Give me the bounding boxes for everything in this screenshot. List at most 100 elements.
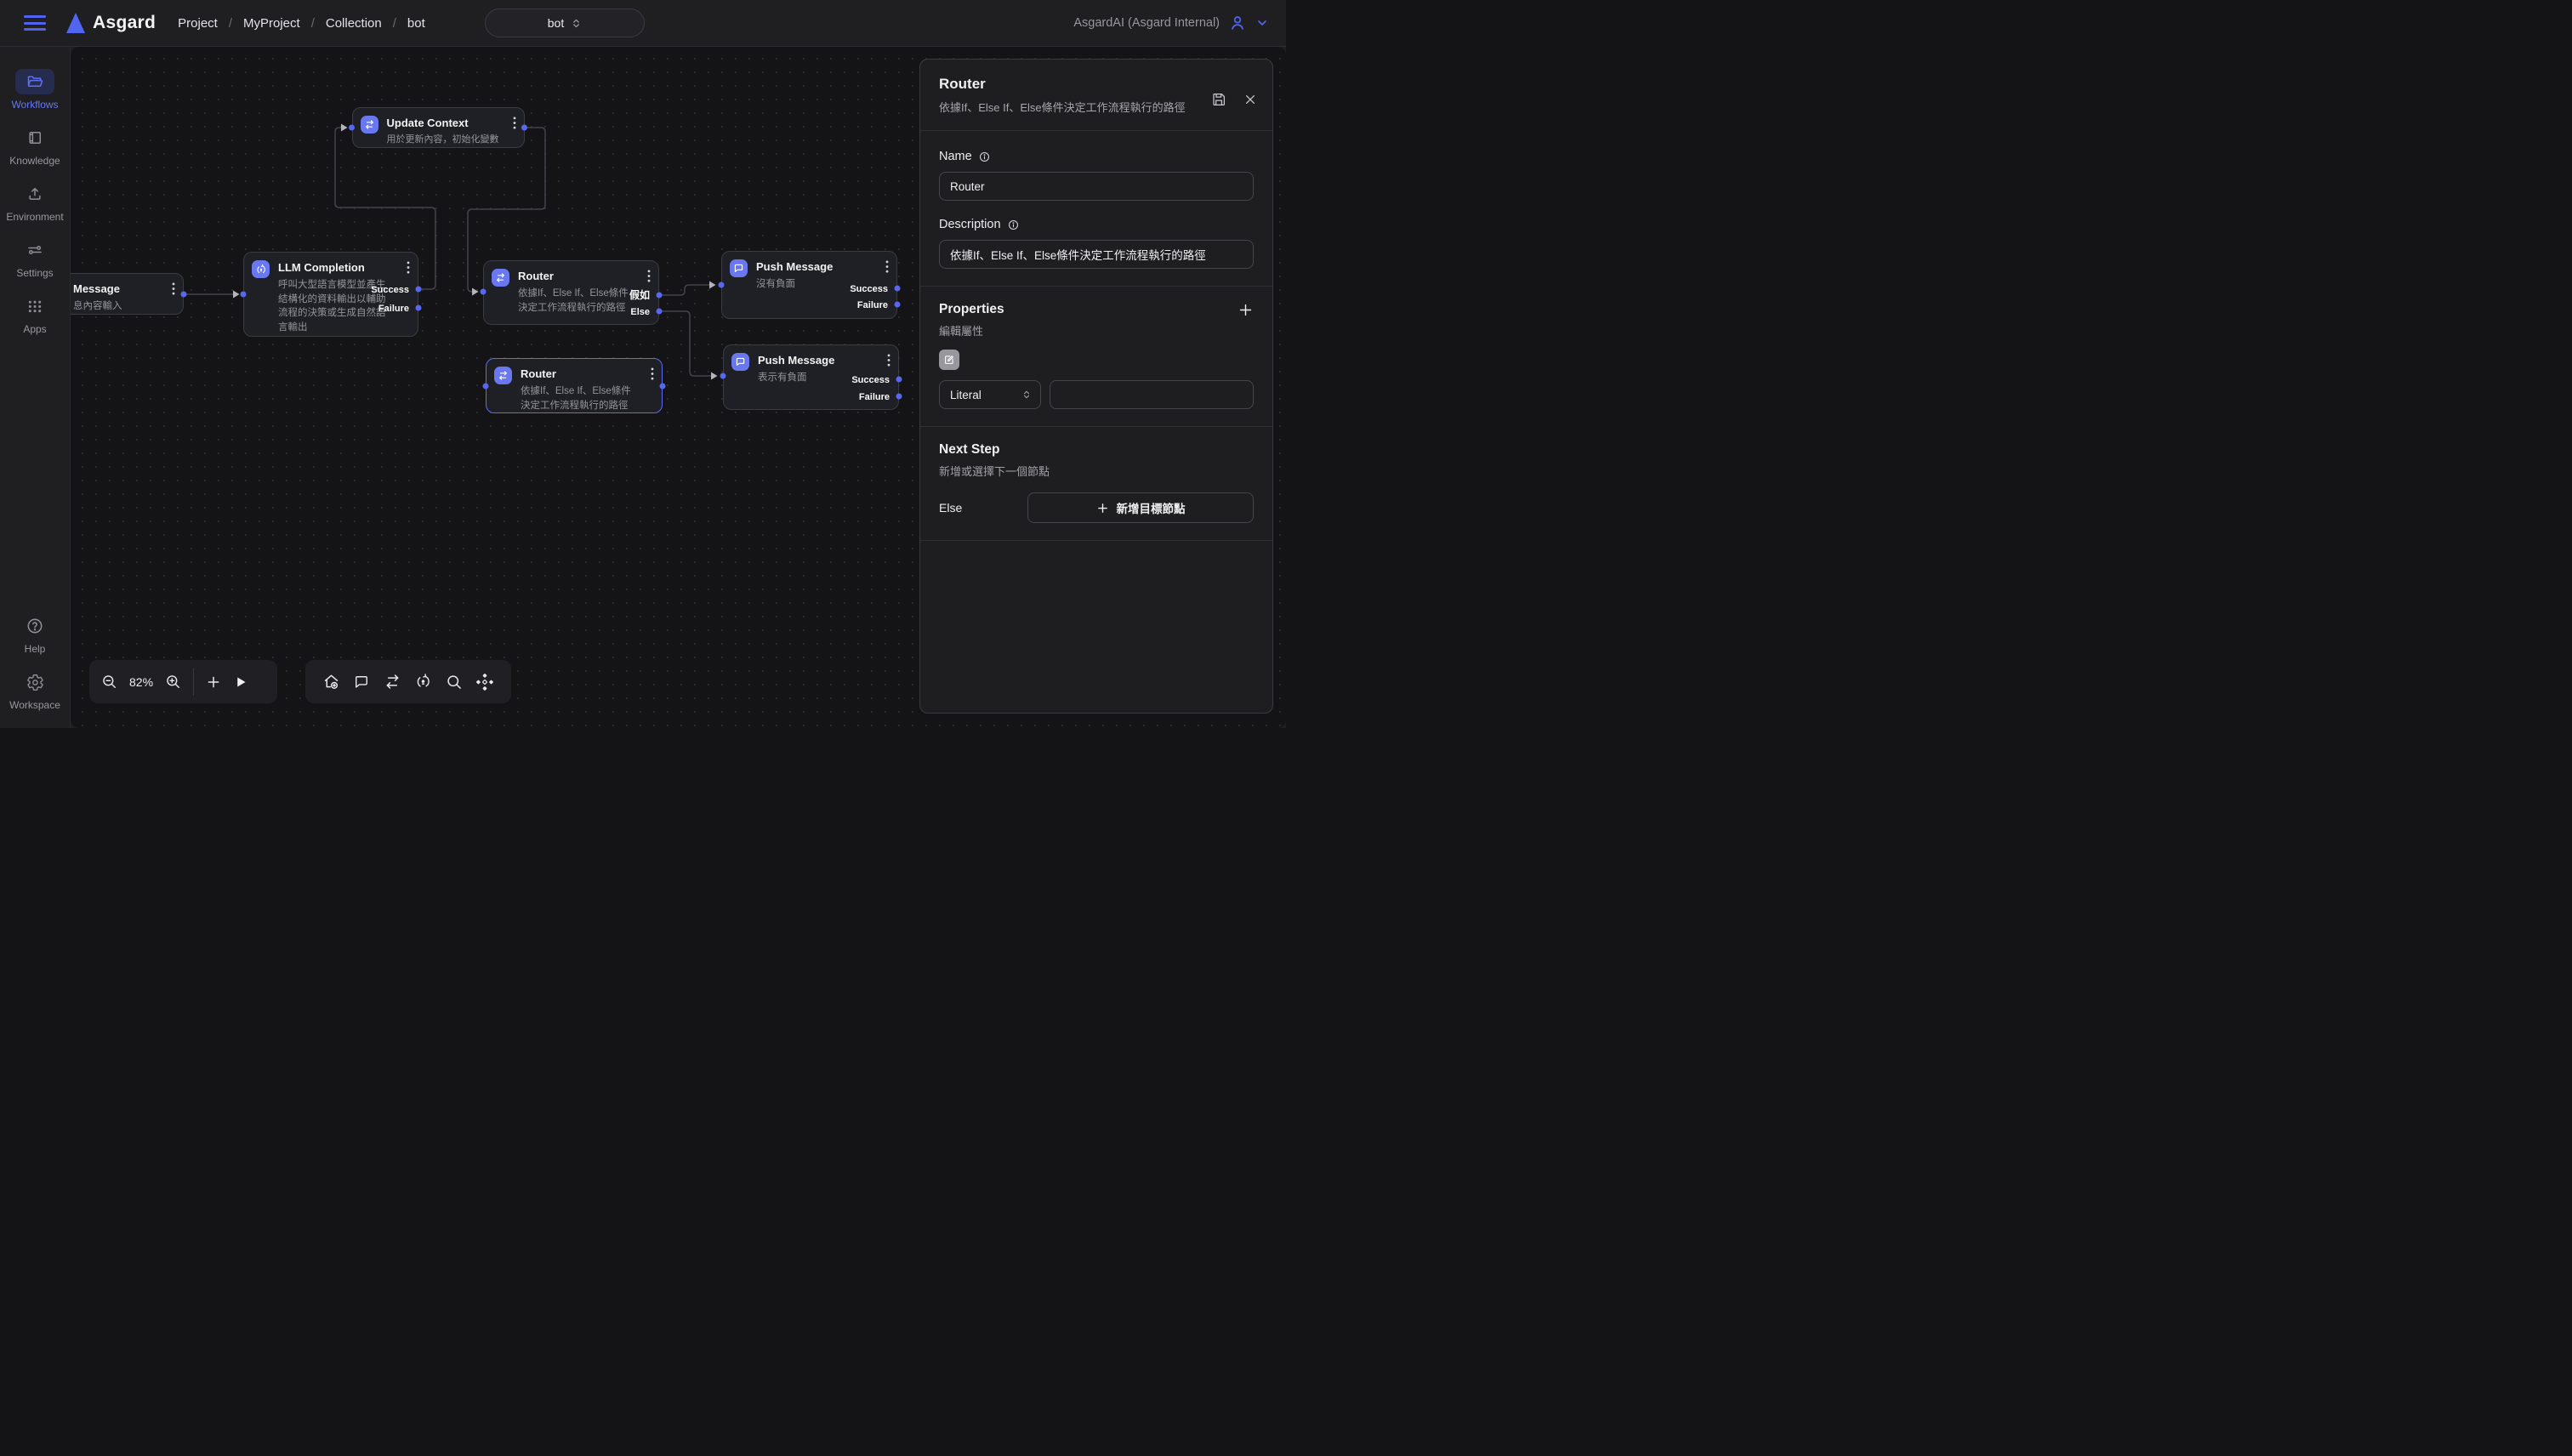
book-icon [26, 129, 43, 146]
chevron-down-icon[interactable] [1255, 16, 1269, 30]
sidebar-label: Help [25, 643, 46, 655]
node-llm-completion[interactable]: LLM Completion 呼叫大型語言模型並產生結構化的資料輸出以輔助流程的… [243, 252, 418, 337]
select-updown-icon [1021, 390, 1032, 400]
message-node-icon[interactable] [353, 674, 370, 691]
account-label: AsgardAI (Asgard Internal) [1073, 16, 1220, 30]
node-push-message-1[interactable]: Push Message 沒有負面 Success Failure [721, 251, 897, 319]
node-menu-icon[interactable] [407, 261, 410, 274]
node-output-failure[interactable]: Failure [378, 303, 409, 315]
description-input[interactable] [939, 240, 1254, 269]
node-output-success[interactable]: Success [851, 374, 890, 386]
sidebar-item-knowledge[interactable]: Knowledge [0, 125, 70, 167]
node-title: Push Message [758, 353, 834, 367]
breadcrumb: Project / MyProject / Collection / bot [178, 16, 425, 31]
node-menu-icon[interactable] [885, 260, 889, 273]
node-menu-icon[interactable] [651, 367, 654, 380]
workflow-select[interactable]: bot [485, 9, 645, 37]
node-description: 依據If、Else If、Else條件決定工作流程執行的路徑 [521, 384, 640, 412]
close-icon[interactable] [1243, 93, 1257, 106]
upload-icon [26, 185, 43, 202]
swap-arrows-icon [494, 367, 512, 384]
node-menu-icon[interactable] [887, 354, 891, 367]
sidebar-label: Knowledge [9, 155, 60, 167]
node-description: 用於更新內容，初始化變數 [387, 134, 499, 147]
add-target-node-button[interactable]: 新增目標節點 [1027, 492, 1254, 523]
node-output-failure[interactable]: Failure [859, 391, 890, 403]
sidebar-label: Settings [16, 267, 53, 279]
node-router-1[interactable]: Router 依據If、Else If、Else條件決定工作流程執行的路徑 假如… [483, 260, 659, 325]
node-output-else[interactable]: Else [630, 306, 650, 318]
node-title: Router [521, 367, 640, 381]
select-updown-icon [571, 18, 582, 29]
node-menu-icon[interactable] [513, 117, 516, 129]
search-icon[interactable] [446, 674, 463, 691]
next-step-subtitle: 新增或選擇下一個節點 [939, 463, 1254, 479]
run-workflow-icon[interactable] [233, 674, 248, 690]
swap-arrows-icon [492, 269, 509, 287]
zoom-out-icon[interactable] [101, 674, 117, 690]
node-menu-icon[interactable] [647, 270, 651, 282]
node-output-success[interactable]: Success [850, 283, 888, 295]
zoom-level: 82% [129, 675, 153, 689]
breadcrumb-bot[interactable]: bot [407, 16, 425, 31]
breadcrumb-collection[interactable]: Collection [326, 16, 382, 31]
property-type-select[interactable]: Literal [939, 380, 1041, 409]
move-canvas-icon[interactable] [475, 673, 494, 691]
node-message[interactable]: Message 息內容輸入 [71, 273, 184, 315]
sidebar-item-help[interactable]: Help [0, 613, 70, 655]
canvas-tools-toolbar [305, 660, 511, 703]
sidebar-item-workspace[interactable]: Workspace [0, 669, 70, 711]
breadcrumb-separator: / [311, 16, 315, 31]
hamburger-menu-icon[interactable] [24, 14, 46, 32]
asgard-logo-icon [66, 13, 85, 33]
zoom-in-icon[interactable] [165, 674, 181, 690]
node-push-message-2[interactable]: Push Message 表示有負面 Success Failure [723, 344, 899, 410]
node-output-failure[interactable]: Failure [857, 299, 888, 311]
node-title: Push Message [756, 259, 833, 274]
folder-icon [26, 73, 43, 90]
add-property-icon[interactable] [1238, 302, 1254, 318]
breadcrumb-separator: / [393, 16, 396, 31]
panel-title: Router [939, 76, 1254, 93]
property-type-value: Literal [950, 389, 982, 401]
properties-title: Properties [939, 302, 1254, 317]
plus-icon [1096, 502, 1109, 515]
apps-grid-icon [26, 298, 43, 315]
user-icon[interactable] [1228, 14, 1247, 32]
gear-icon [26, 674, 44, 691]
account-area: AsgardAI (Asgard Internal) [1073, 14, 1269, 32]
node-title: Update Context [387, 116, 499, 130]
node-properties-panel: Router 依據If、Else If、Else條件決定工作流程執行的路徑 Na… [919, 59, 1273, 714]
sidebar-item-settings[interactable]: Settings [0, 237, 70, 279]
node-update-context[interactable]: Update Context 用於更新內容，初始化變數 [352, 107, 525, 148]
toolbar-divider [193, 668, 194, 696]
description-label: Description [939, 218, 1001, 231]
name-input[interactable] [939, 172, 1254, 201]
sidebar-item-workflows[interactable]: Workflows [0, 69, 70, 111]
sidebar-label: Workspace [9, 699, 60, 711]
node-output-if[interactable]: 假如 [629, 289, 650, 301]
home-add-icon[interactable] [322, 673, 340, 691]
llm-node-icon[interactable] [414, 673, 432, 691]
info-icon [978, 151, 991, 163]
node-output-success[interactable]: Success [371, 284, 409, 296]
node-menu-icon[interactable] [172, 282, 175, 295]
info-icon [1007, 219, 1020, 231]
panel-header: Router 依據If、Else If、Else條件決定工作流程執行的路徑 [920, 60, 1272, 130]
add-node-icon[interactable] [206, 674, 221, 690]
sidebar-item-environment[interactable]: Environment [0, 181, 70, 223]
chat-bubble-icon [730, 259, 748, 277]
edit-properties-button[interactable] [939, 350, 959, 370]
node-router-2-selected[interactable]: Router 依據If、Else If、Else條件決定工作流程執行的路徑 [486, 358, 663, 413]
sidebar-item-apps[interactable]: Apps [0, 293, 70, 335]
node-title: LLM Completion [278, 260, 387, 275]
property-value-input[interactable] [1050, 380, 1254, 409]
breadcrumb-myproject[interactable]: MyProject [243, 16, 300, 31]
save-icon[interactable] [1211, 92, 1226, 107]
chat-bubble-icon [731, 353, 749, 371]
breadcrumb-project[interactable]: Project [178, 16, 218, 31]
router-node-icon[interactable] [384, 673, 401, 691]
sidebar-label: Environment [6, 211, 63, 223]
breadcrumb-separator: / [229, 16, 232, 31]
next-step-section: Next Step 新增或選擇下一個節點 Else 新增目標節點 [920, 427, 1272, 540]
